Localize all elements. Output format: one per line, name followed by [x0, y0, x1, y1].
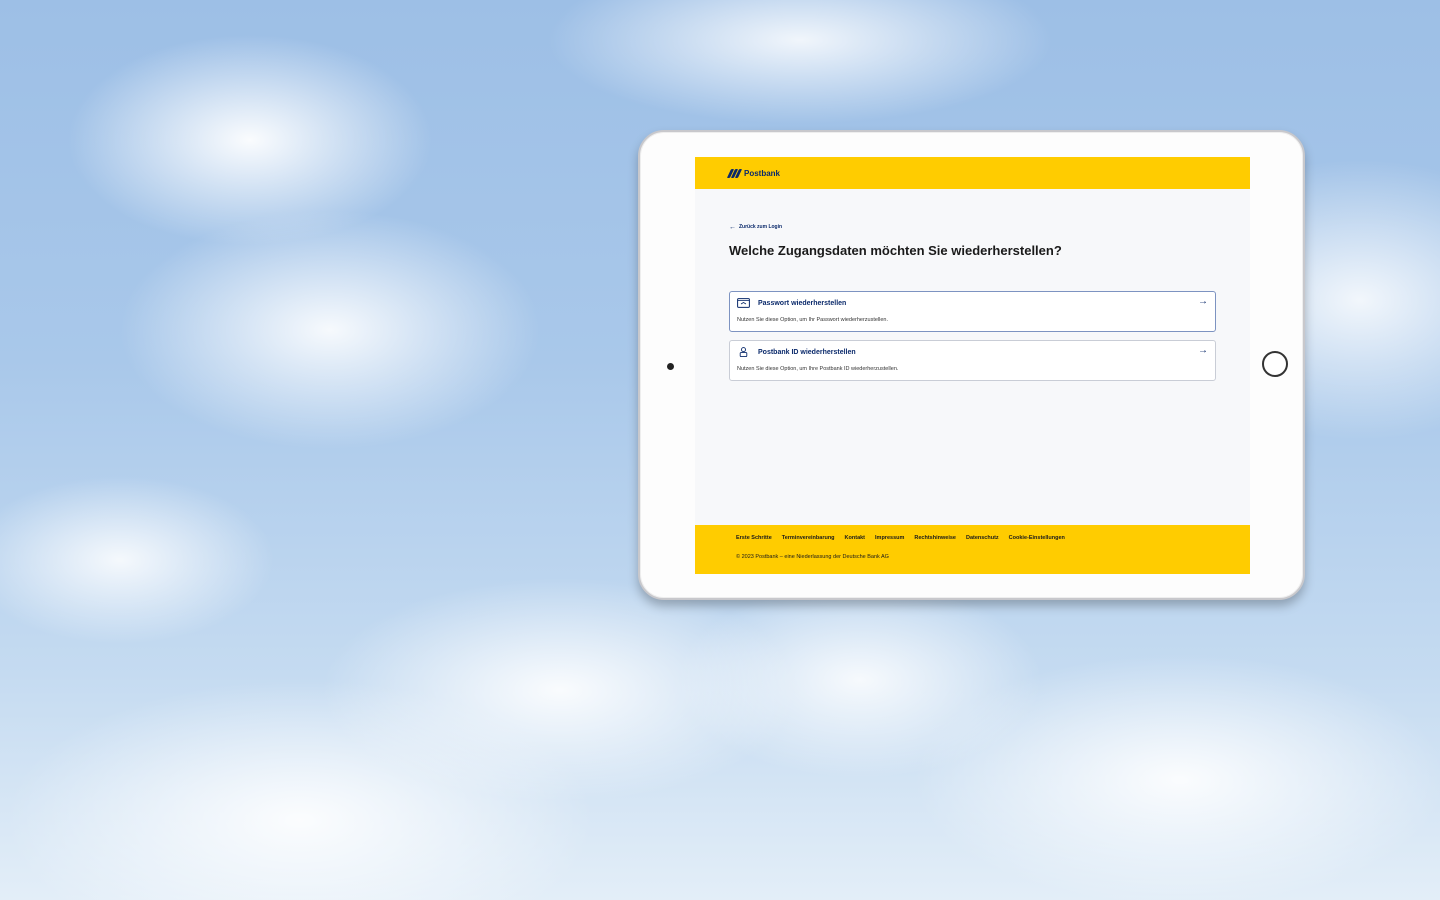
footer: Erste Schritte Terminvereinbarung Kontak… — [695, 525, 1250, 574]
home-button[interactable] — [1262, 351, 1288, 377]
logo-text: Postbank — [744, 168, 781, 178]
footer-links: Erste Schritte Terminvereinbarung Kontak… — [736, 535, 1209, 541]
option-title: Postbank ID wiederherstellen — [758, 348, 856, 356]
tablet-frame: Postbank ← Zurück zum Login Welche Zugan… — [638, 130, 1305, 600]
page-title: Welche Zugangsdaten möchten Sie wiederhe… — [729, 243, 1062, 258]
back-link-label: Zurück zum Login — [739, 224, 783, 230]
back-to-login-link[interactable]: ← Zurück zum Login — [729, 223, 1216, 231]
arrow-left-icon: ← — [729, 223, 736, 231]
option-password-recovery[interactable]: Passwort wiederherstellen Nutzen Sie die… — [729, 291, 1216, 332]
arrow-right-icon: → — [1198, 296, 1208, 307]
footer-link-kontakt[interactable]: Kontakt — [845, 535, 865, 541]
footer-link-erste-schritte[interactable]: Erste Schritte — [736, 535, 772, 541]
copyright: © 2023 Postbank – eine Niederlassung der… — [736, 554, 889, 560]
postbank-logo[interactable]: Postbank — [726, 168, 781, 178]
password-card-icon — [737, 298, 750, 308]
footer-link-datenschutz[interactable]: Datenschutz — [966, 535, 999, 541]
main-content: ← Zurück zum Login Welche Zugangsdaten m… — [695, 224, 1250, 381]
header: Postbank — [695, 157, 1250, 189]
option-postbank-id-recovery[interactable]: Postbank ID wiederherstellen Nutzen Sie … — [729, 340, 1216, 381]
postbank-logo-icon — [726, 168, 743, 178]
camera — [667, 363, 674, 370]
option-title: Passwort wiederherstellen — [758, 299, 847, 307]
user-icon — [739, 347, 748, 357]
option-description: Nutzen Sie diese Option, um Ihre Postban… — [737, 366, 899, 372]
footer-link-terminvereinbarung[interactable]: Terminvereinbarung — [782, 535, 835, 541]
footer-link-impressum[interactable]: Impressum — [875, 535, 904, 541]
footer-link-cookie-einstellungen[interactable]: Cookie-Einstellungen — [1009, 535, 1065, 541]
arrow-right-icon: → — [1198, 345, 1208, 356]
screen: Postbank ← Zurück zum Login Welche Zugan… — [695, 157, 1250, 574]
footer-link-rechtshinweise[interactable]: Rechtshinweise — [914, 535, 956, 541]
option-description: Nutzen Sie diese Option, um Ihr Passwort… — [737, 317, 889, 323]
